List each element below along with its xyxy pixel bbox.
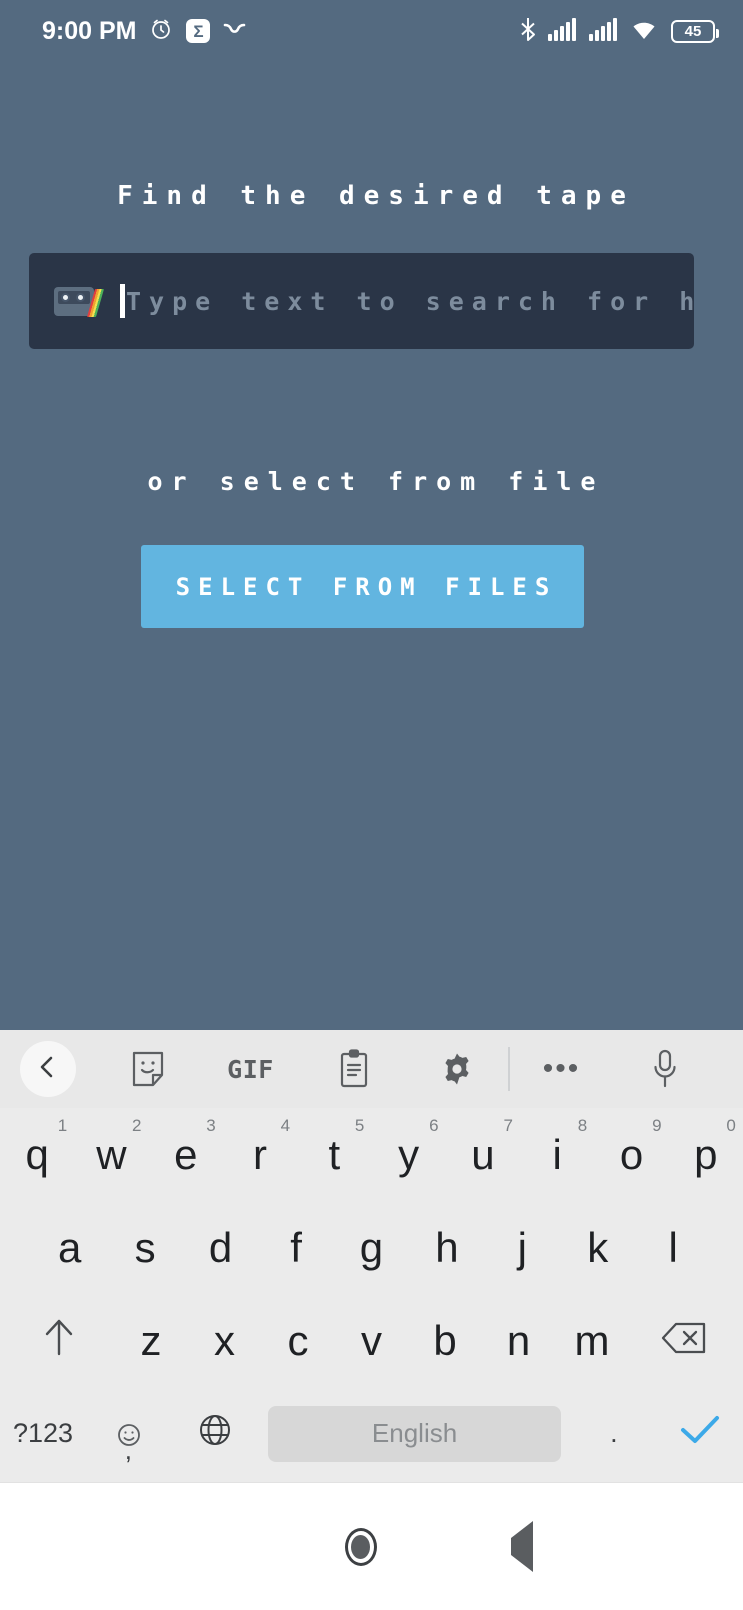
search-input-container[interactable]: Type text to search for here	[29, 253, 694, 349]
keyboard-back-button[interactable]	[0, 1041, 96, 1097]
sticker-icon[interactable]	[96, 1050, 199, 1088]
backspace-icon	[660, 1317, 708, 1365]
keyboard-row-2: a s d f g h j k l	[0, 1201, 743, 1294]
battery-icon: 45	[671, 19, 719, 43]
back-chevron-icon	[35, 1054, 61, 1085]
key-x[interactable]: x	[188, 1294, 262, 1387]
alarm-clock-icon	[149, 17, 173, 46]
page-title: Find the desired tape	[117, 181, 635, 211]
wifi-icon	[630, 17, 660, 46]
home-circle-icon	[344, 1527, 377, 1566]
system-navigation-bar	[0, 1482, 743, 1610]
key-b[interactable]: b	[408, 1294, 482, 1387]
key-h[interactable]: h	[409, 1201, 484, 1294]
space-key[interactable]: English	[268, 1405, 561, 1462]
key-e[interactable]: 3e	[149, 1108, 223, 1201]
shift-key[interactable]	[4, 1294, 114, 1387]
battery-level: 45	[684, 22, 702, 40]
keyboard-rows: 1q 2w 3e 4r 5t 6y 7u 8i 9o 0p a s d f g …	[0, 1108, 743, 1482]
gif-icon[interactable]: GIF	[199, 1055, 302, 1084]
key-y[interactable]: 6y	[371, 1108, 445, 1201]
app-content: Find the desired tape Type text to searc…	[0, 62, 743, 1030]
status-time: 9:00 PM	[42, 16, 137, 45]
select-from-files-button[interactable]: SELECT FROM FILES	[141, 545, 584, 628]
signal-sim1-icon	[548, 17, 578, 46]
shift-arrow-icon	[42, 1317, 76, 1365]
signal-sim2-icon	[589, 17, 619, 46]
symbols-key[interactable]: ?123	[0, 1387, 86, 1480]
keyboard-row-4: ?123 , English .	[0, 1387, 743, 1480]
key-w[interactable]: 2w	[74, 1108, 148, 1201]
status-bar-left: 9:00 PM Σ	[42, 17, 249, 46]
key-n[interactable]: n	[482, 1294, 556, 1387]
key-m[interactable]: m	[555, 1294, 629, 1387]
checkmark-icon	[678, 1410, 722, 1458]
key-c[interactable]: c	[261, 1294, 335, 1387]
cassette-tape-icon	[54, 284, 105, 318]
home-button[interactable]	[344, 1527, 377, 1566]
key-z[interactable]: z	[114, 1294, 188, 1387]
key-s[interactable]: s	[107, 1201, 182, 1294]
keyboard-row-1: 1q 2w 3e 4r 5t 6y 7u 8i 9o 0p	[0, 1108, 743, 1201]
microphone-icon[interactable]	[613, 1049, 716, 1089]
key-d[interactable]: d	[183, 1201, 258, 1294]
key-k[interactable]: k	[560, 1201, 635, 1294]
enter-key[interactable]	[657, 1387, 743, 1480]
key-i[interactable]: 8i	[520, 1108, 594, 1201]
text-cursor	[120, 284, 125, 318]
key-l[interactable]: l	[636, 1201, 711, 1294]
search-input[interactable]: Type text to search for here	[126, 287, 694, 316]
clipboard-icon[interactable]	[302, 1049, 405, 1089]
key-g[interactable]: g	[334, 1201, 409, 1294]
period-key[interactable]: .	[571, 1387, 657, 1480]
status-bar: 9:00 PM Σ 45	[0, 0, 743, 62]
keyboard-toolbar: GIF •••	[0, 1030, 743, 1108]
key-q[interactable]: 1q	[0, 1108, 74, 1201]
globe-icon	[197, 1410, 233, 1458]
key-r[interactable]: 4r	[223, 1108, 297, 1201]
key-o[interactable]: 9o	[594, 1108, 668, 1201]
key-f[interactable]: f	[258, 1201, 333, 1294]
sigma-badge-icon: Σ	[186, 19, 211, 43]
key-j[interactable]: j	[485, 1201, 560, 1294]
gear-icon[interactable]	[405, 1051, 508, 1087]
comma-label: ,	[124, 1435, 133, 1465]
chevron-v-icon	[223, 21, 249, 42]
or-select-label: or select from file	[147, 467, 605, 496]
key-v[interactable]: v	[335, 1294, 409, 1387]
bluetooth-icon	[519, 16, 537, 47]
back-button[interactable]	[510, 1520, 533, 1572]
more-options-icon[interactable]: •••	[510, 1054, 613, 1084]
backspace-key[interactable]	[629, 1294, 739, 1387]
keyboard-row-3: z x c v b n m	[0, 1294, 743, 1387]
key-p[interactable]: 0p	[669, 1108, 743, 1201]
back-triangle-icon	[510, 1520, 533, 1572]
key-t[interactable]: 5t	[297, 1108, 371, 1201]
key-a[interactable]: a	[32, 1201, 107, 1294]
phone-screen: 9:00 PM Σ 45 Find the desired tape Type …	[0, 0, 743, 1610]
language-key[interactable]	[172, 1387, 258, 1480]
key-u[interactable]: 7u	[446, 1108, 520, 1201]
emoji-key[interactable]: ,	[86, 1387, 172, 1480]
status-bar-right: 45	[519, 16, 719, 47]
on-screen-keyboard: GIF ••• 1 q 2 w 3 e 4 r 5 t 6 y 7 u 8 i …	[0, 1030, 743, 1482]
